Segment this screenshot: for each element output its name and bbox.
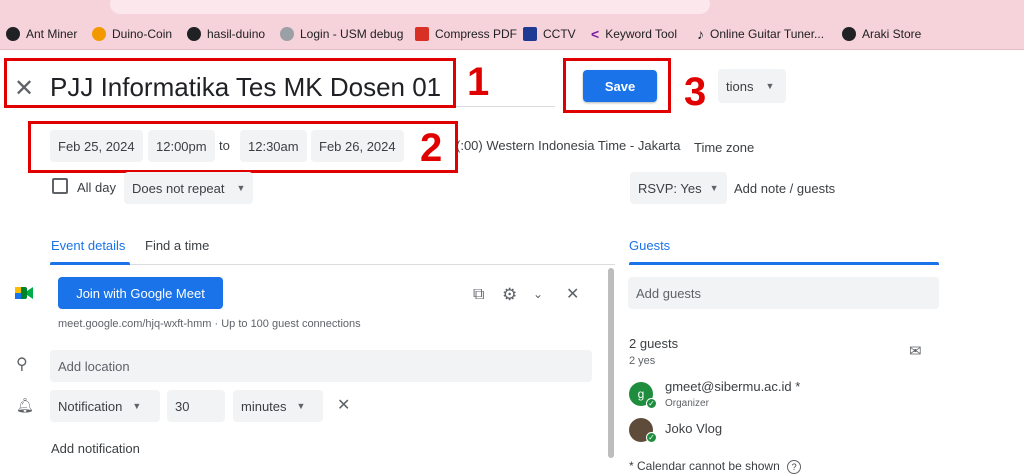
guest-name[interactable]: Joko Vlog [665,421,722,436]
bookmarks-bar: Ant Miner Duino-Coin hasil-duino Login -… [0,18,1024,50]
globe-icon [280,27,294,41]
add-notification-link[interactable]: Add notification [51,441,140,456]
annotation-box-1 [4,58,456,108]
accepted-check-icon: ✓ [646,398,657,409]
accepted-check-icon: ✓ [646,432,657,443]
guest-organizer-email[interactable]: gmeet@sibermu.ac.id * [665,379,800,394]
chevron-down-icon: ▼ [132,401,142,411]
rsvp-dropdown[interactable]: RSVP: Yes ▼ [630,172,727,204]
scrollbar[interactable] [608,268,614,458]
github-icon [187,27,201,41]
timezone-link[interactable]: Time zone [694,140,754,155]
copy-icon[interactable]: ⧉ [473,287,484,303]
email-guests-icon[interactable]: ✉ [909,344,922,359]
notification-amount-input[interactable]: 30 [167,390,225,422]
notification-unit-dropdown[interactable]: minutes ▼ [233,390,323,422]
chevron-down-icon[interactable]: ⌄ [533,288,543,300]
browser-top-strip [0,0,1024,18]
more-options-button[interactable]: tions ▼ [718,69,786,103]
bookmark-araki-store[interactable]: Araki Store [842,18,921,50]
tuner-icon: ♪ [697,26,704,42]
guests-tab-title[interactable]: Guests [629,238,670,253]
pdf-icon [415,27,429,41]
guest-count: 2 guests [629,336,679,351]
bookmark-duino-coin[interactable]: Duino-Coin [92,18,172,50]
all-day-label: All day [77,180,117,195]
annotation-number-1: 1 [467,60,490,104]
github-icon [842,27,856,41]
guests-tab-indicator [629,262,939,265]
google-meet-icon [14,285,34,301]
chevron-down-icon: ▼ [236,183,246,193]
notification-type-dropdown[interactable]: Notification ▼ [50,390,160,422]
bookmark-ant-miner[interactable]: Ant Miner [6,18,77,50]
chevron-down-icon: ▼ [765,81,775,91]
bookmark-keyword-tool[interactable]: < Keyword Tool [591,18,677,50]
annotation-number-3: 3 [684,70,707,114]
join-google-meet-button[interactable]: Join with Google Meet [58,277,223,309]
bookmark-login-usm[interactable]: Login - USM debug [280,18,403,50]
close-icon[interactable]: ✕ [566,287,579,303]
bell-icon: 🔔︎ [16,397,34,413]
keyword-icon: < [591,26,600,42]
coin-icon [92,27,106,41]
bookmark-compress-pdf[interactable]: Compress PDF [415,18,517,50]
camera-icon [523,27,537,41]
gear-icon[interactable]: ⚙ [502,286,517,303]
tab-event-details[interactable]: Event details [51,238,125,253]
annotation-number-2: 2 [420,126,443,170]
annotation-box-3 [563,58,671,113]
add-note-guests-link[interactable]: Add note / guests [734,181,835,196]
chevron-down-icon: ▼ [709,183,719,193]
location-pin-icon: ⚲ [16,356,28,373]
remove-notification-icon[interactable]: ✕ [337,398,350,414]
location-input[interactable]: Add location [50,350,592,382]
repeat-dropdown[interactable]: Does not repeat ▼ [124,172,254,204]
active-tab-indicator [50,262,130,265]
annotation-box-2 [28,121,458,173]
timezone-text: (:00) Western Indonesia Time - Jakarta [456,138,681,153]
address-bar[interactable] [110,0,710,14]
bookmark-cctv[interactable]: CCTV [523,18,576,50]
bookmark-hasil-duino[interactable]: hasil-duino [187,18,265,50]
add-guests-input[interactable]: Add guests [628,277,939,309]
bookmark-guitar-tuner[interactable]: ♪ Online Guitar Tuner... [697,18,824,50]
meet-link-text[interactable]: meet.google.com/hjq-wxft-hmm · Up to 100… [58,318,361,330]
tab-find-a-time[interactable]: Find a time [145,238,209,253]
github-icon [6,27,20,41]
tab-divider [50,264,615,265]
guest-organizer-role: Organizer [665,398,709,409]
all-day-checkbox[interactable] [52,178,68,194]
guest-yes-count: 2 yes [629,355,656,367]
chevron-down-icon: ▼ [296,401,306,411]
